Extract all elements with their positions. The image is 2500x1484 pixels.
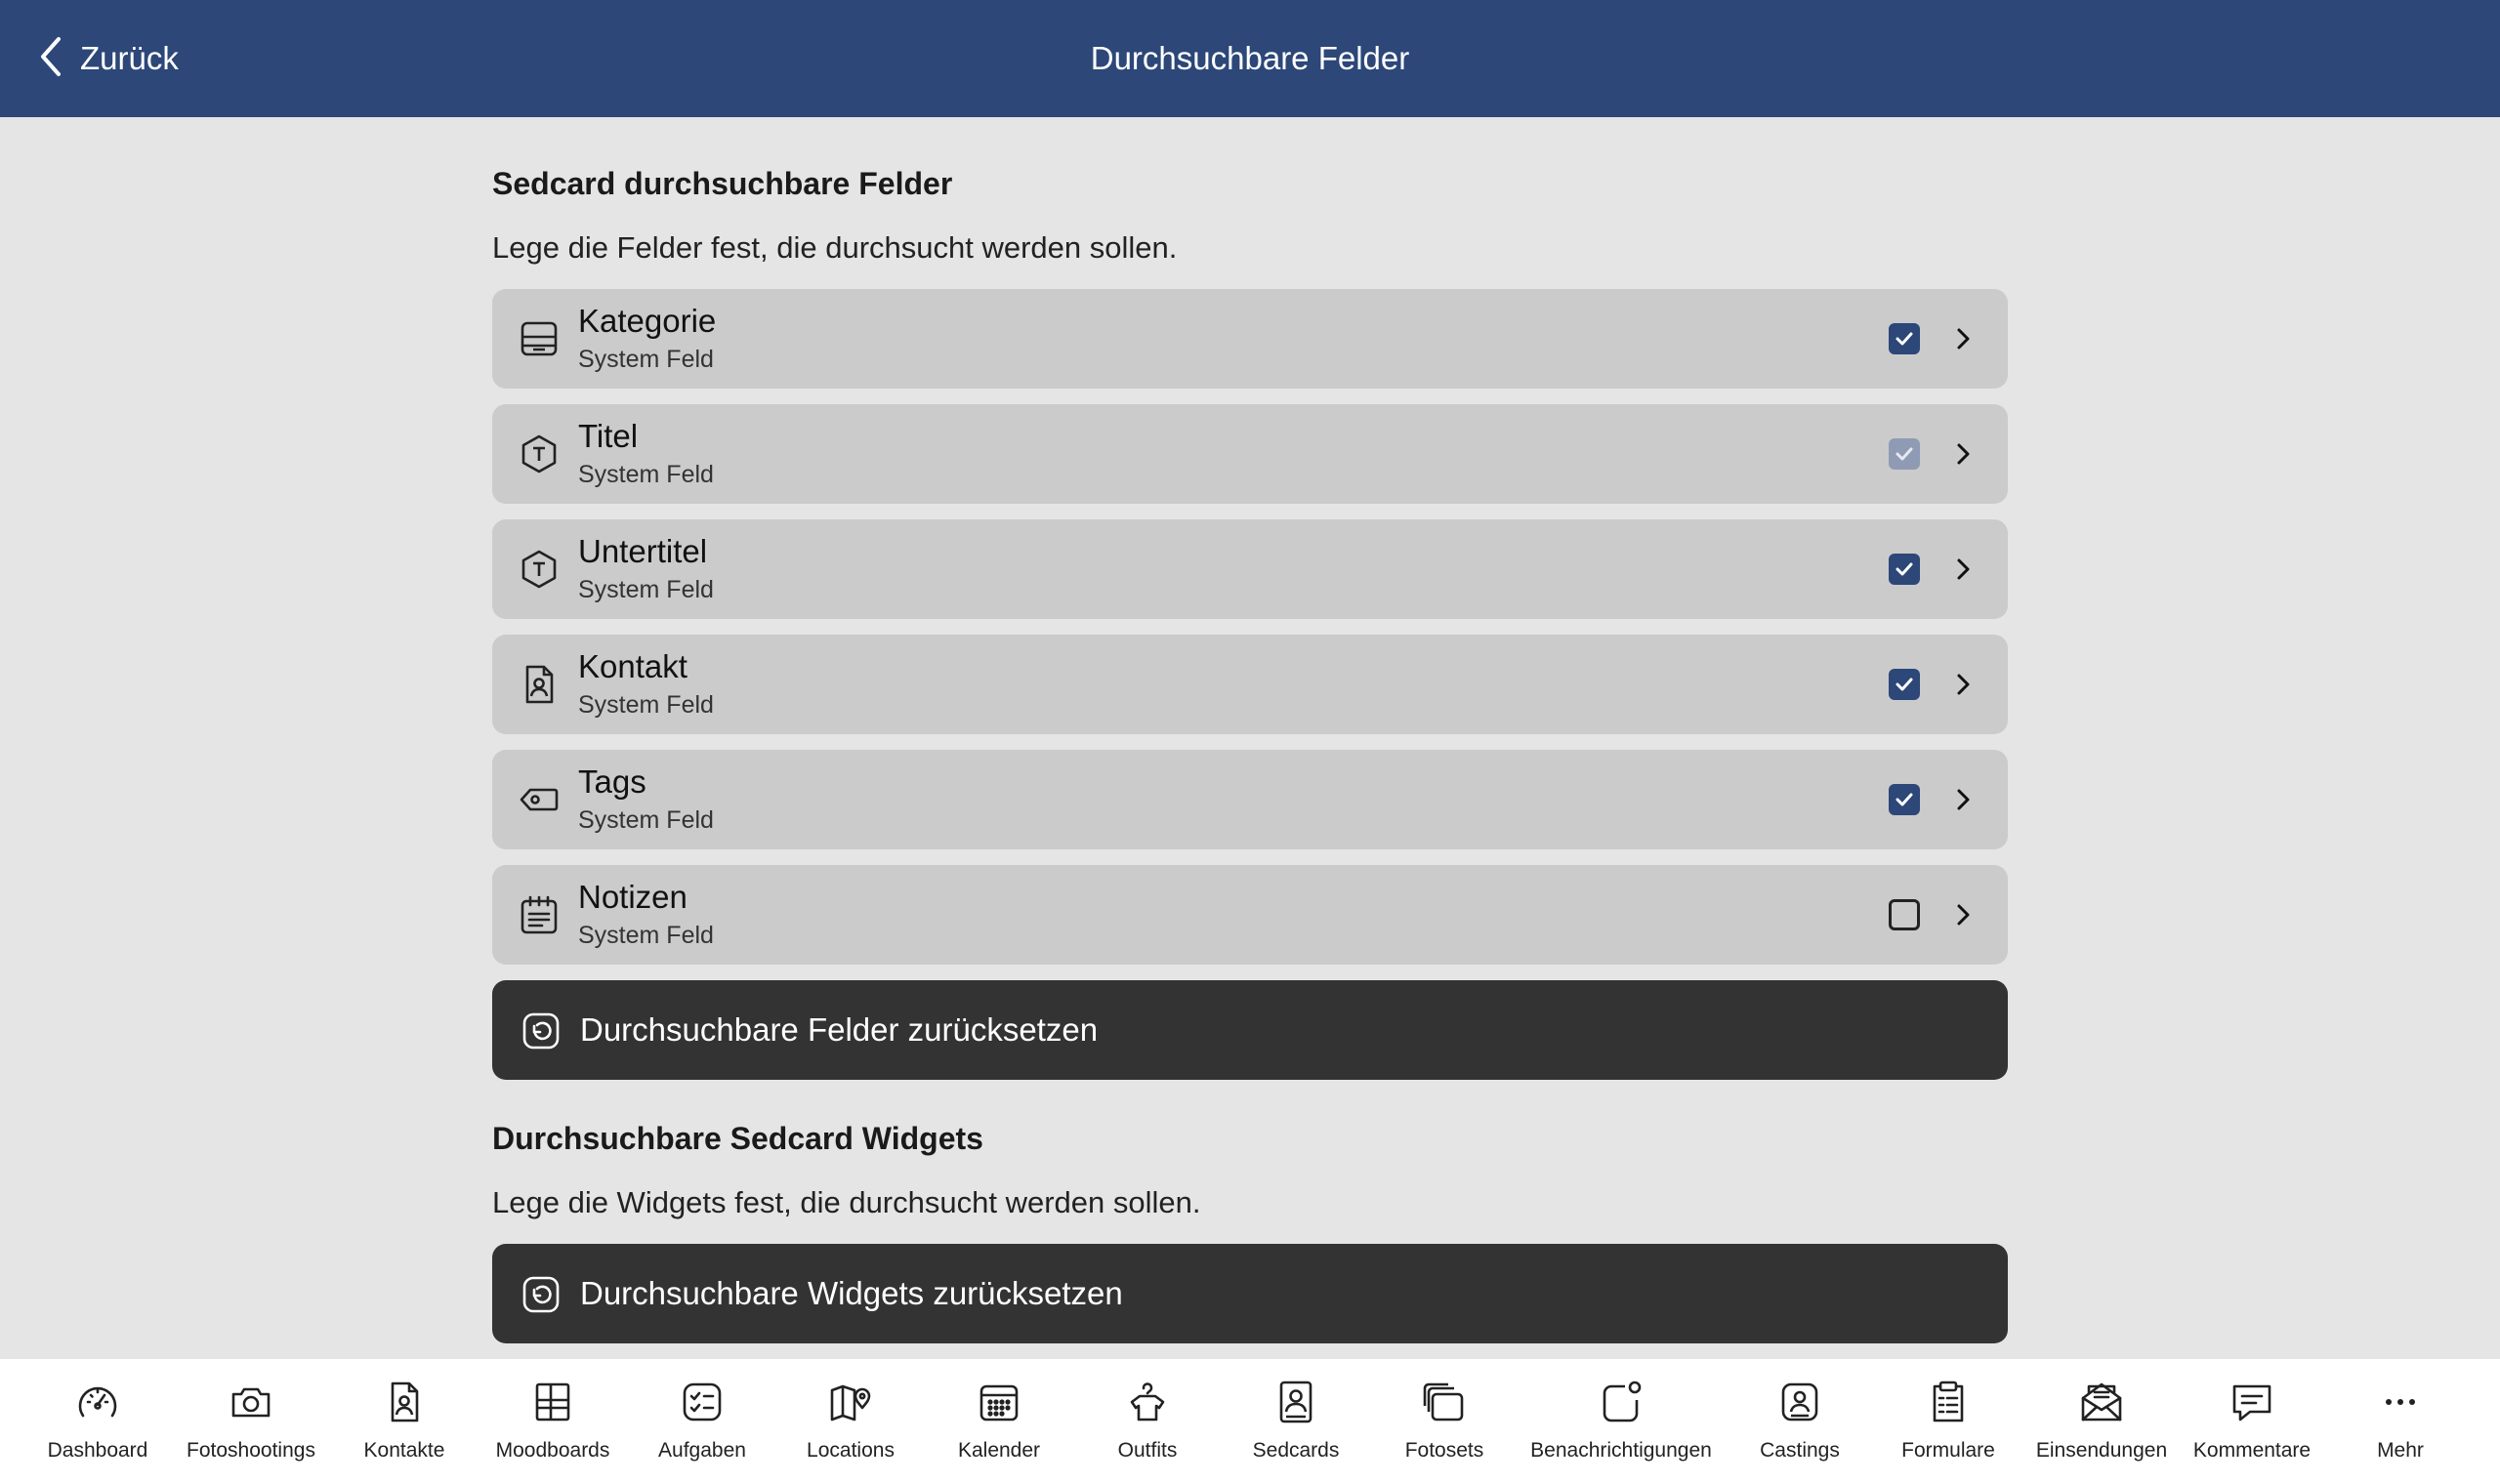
field-subtitle: System Feld <box>578 461 714 488</box>
field-checkbox[interactable] <box>1889 323 1920 354</box>
portrait-card-icon <box>1272 1379 1319 1425</box>
tab-label: Dashboard <box>47 1439 148 1462</box>
fields-section-title: Sedcard durchsuchbare Felder <box>492 166 953 201</box>
tab-label: Fotosets <box>1404 1439 1484 1462</box>
contact-file-icon <box>381 1379 428 1425</box>
field-checkbox[interactable] <box>1889 899 1920 930</box>
field-row-notizen[interactable]: Notizen System Feld <box>492 865 2008 965</box>
tab-label: Locations <box>807 1439 895 1462</box>
field-subtitle: System Feld <box>578 806 714 834</box>
tag-icon <box>518 778 561 821</box>
text-hexagon-icon <box>518 548 561 591</box>
tab-aufgaben[interactable]: Aufgaben <box>634 1379 771 1476</box>
casting-card-icon <box>1776 1379 1823 1425</box>
tab-label: Mehr <box>2377 1439 2424 1462</box>
field-row-kategorie[interactable]: Kategorie System Feld <box>492 289 2008 389</box>
notification-badge-icon <box>1598 1379 1645 1425</box>
more-dots-icon <box>2377 1379 2424 1425</box>
chevron-right-icon <box>1947 669 1979 700</box>
tab-locations[interactable]: Locations <box>782 1379 919 1476</box>
field-checkbox[interactable] <box>1889 554 1920 585</box>
tab-label: Aufgaben <box>658 1439 746 1462</box>
widgets-section-title: Durchsuchbare Sedcard Widgets <box>492 1121 983 1156</box>
archive-icon <box>518 317 561 360</box>
chevron-right-icon <box>1947 784 1979 815</box>
shirt-hanger-icon <box>1124 1379 1171 1425</box>
field-subtitle: System Feld <box>578 922 714 949</box>
widgets-section-description: Lege die Widgets fest, die durchsucht we… <box>492 1185 1201 1219</box>
tab-dashboard[interactable]: Dashboard <box>29 1379 166 1476</box>
tab-label: Outfits <box>1117 1439 1178 1462</box>
tab-label: Sedcards <box>1252 1439 1340 1462</box>
mail-open-icon <box>2078 1379 2125 1425</box>
field-subtitle: System Feld <box>578 691 714 719</box>
contact-file-icon <box>518 663 561 706</box>
reset-widgets-button[interactable]: Durchsuchbare Widgets zurücksetzen <box>492 1244 2008 1343</box>
clipboard-form-icon <box>1925 1379 1972 1425</box>
tab-kalender[interactable]: Kalender <box>931 1379 1067 1476</box>
task-list-icon <box>679 1379 726 1425</box>
tab-moodboards[interactable]: Moodboards <box>484 1379 621 1476</box>
tab-label: Benachrichtigungen <box>1530 1439 1712 1462</box>
chevron-right-icon <box>1947 323 1979 354</box>
tab-benachrichtigungen[interactable]: Benachrichtigungen <box>1525 1379 1717 1476</box>
field-subtitle: System Feld <box>578 576 714 603</box>
tab-outfits[interactable]: Outfits <box>1079 1379 1216 1476</box>
text-hexagon-icon <box>518 433 561 475</box>
field-row-untertitel[interactable]: Untertitel System Feld <box>492 519 2008 619</box>
tab-kontakte[interactable]: Kontakte <box>336 1379 473 1476</box>
field-name: Tags <box>578 763 646 800</box>
speedometer-icon <box>74 1379 121 1425</box>
bottom-tab-bar: Dashboard Fotoshootings Kontakte Moodboa… <box>0 1359 2500 1484</box>
tab-formulare[interactable]: Formulare <box>1880 1379 2017 1476</box>
chevron-right-icon <box>1947 554 1979 585</box>
tab-label: Castings <box>1760 1439 1840 1462</box>
field-name: Untertitel <box>578 533 708 569</box>
reset-fields-label: Durchsuchbare Felder zurücksetzen <box>580 1011 1099 1048</box>
field-row-titel[interactable]: Titel System Feld <box>492 404 2008 504</box>
field-name: Kategorie <box>578 303 717 339</box>
tab-label: Kommentare <box>2192 1439 2312 1462</box>
field-name: Titel <box>578 418 639 454</box>
map-pin-icon <box>827 1379 874 1425</box>
moodboard-grid-icon <box>529 1379 576 1425</box>
chevron-right-icon <box>1947 438 1979 470</box>
reset-icon <box>521 1011 561 1051</box>
tab-label: Fotoshootings <box>187 1439 315 1462</box>
fields-section-description: Lege die Felder fest, die durchsucht wer… <box>492 230 1178 265</box>
tab-mehr[interactable]: Mehr <box>2332 1379 2469 1476</box>
tab-castings[interactable]: Castings <box>1731 1379 1868 1476</box>
notes-calendar-icon <box>518 893 561 936</box>
tab-label: Kontakte <box>363 1439 445 1462</box>
field-row-tags[interactable]: Tags System Feld <box>492 750 2008 849</box>
reset-icon <box>521 1275 561 1314</box>
comment-icon <box>2229 1379 2275 1425</box>
tab-einsendungen[interactable]: Einsendungen <box>2029 1379 2174 1476</box>
tab-label: Formulare <box>1901 1439 1995 1462</box>
tab-fotoshootings[interactable]: Fotoshootings <box>183 1379 319 1476</box>
tab-sedcards[interactable]: Sedcards <box>1228 1379 1364 1476</box>
field-checkbox-disabled <box>1889 438 1920 470</box>
reset-fields-button[interactable]: Durchsuchbare Felder zurücksetzen <box>492 980 2008 1080</box>
field-row-kontakt[interactable]: Kontakt System Feld <box>492 635 2008 734</box>
reset-widgets-label: Durchsuchbare Widgets zurücksetzen <box>580 1275 1123 1311</box>
tab-label: Moodboards <box>495 1439 610 1462</box>
field-checkbox[interactable] <box>1889 784 1920 815</box>
navigation-header: Zurück Durchsuchbare Felder <box>0 0 2500 117</box>
calendar-icon <box>976 1379 1022 1425</box>
field-subtitle: System Feld <box>578 346 714 373</box>
tab-label: Kalender <box>957 1439 1041 1462</box>
photo-stack-icon <box>1421 1379 1468 1425</box>
tab-label: Einsendungen <box>2035 1439 2168 1462</box>
chevron-right-icon <box>1947 899 1979 930</box>
field-checkbox[interactable] <box>1889 669 1920 700</box>
page-title: Durchsuchbare Felder <box>1090 40 1410 76</box>
field-name: Notizen <box>578 879 688 915</box>
camera-icon <box>228 1379 274 1425</box>
tab-fotosets[interactable]: Fotosets <box>1376 1379 1513 1476</box>
tab-kommentare[interactable]: Kommentare <box>2184 1379 2320 1476</box>
field-name: Kontakt <box>578 648 688 684</box>
